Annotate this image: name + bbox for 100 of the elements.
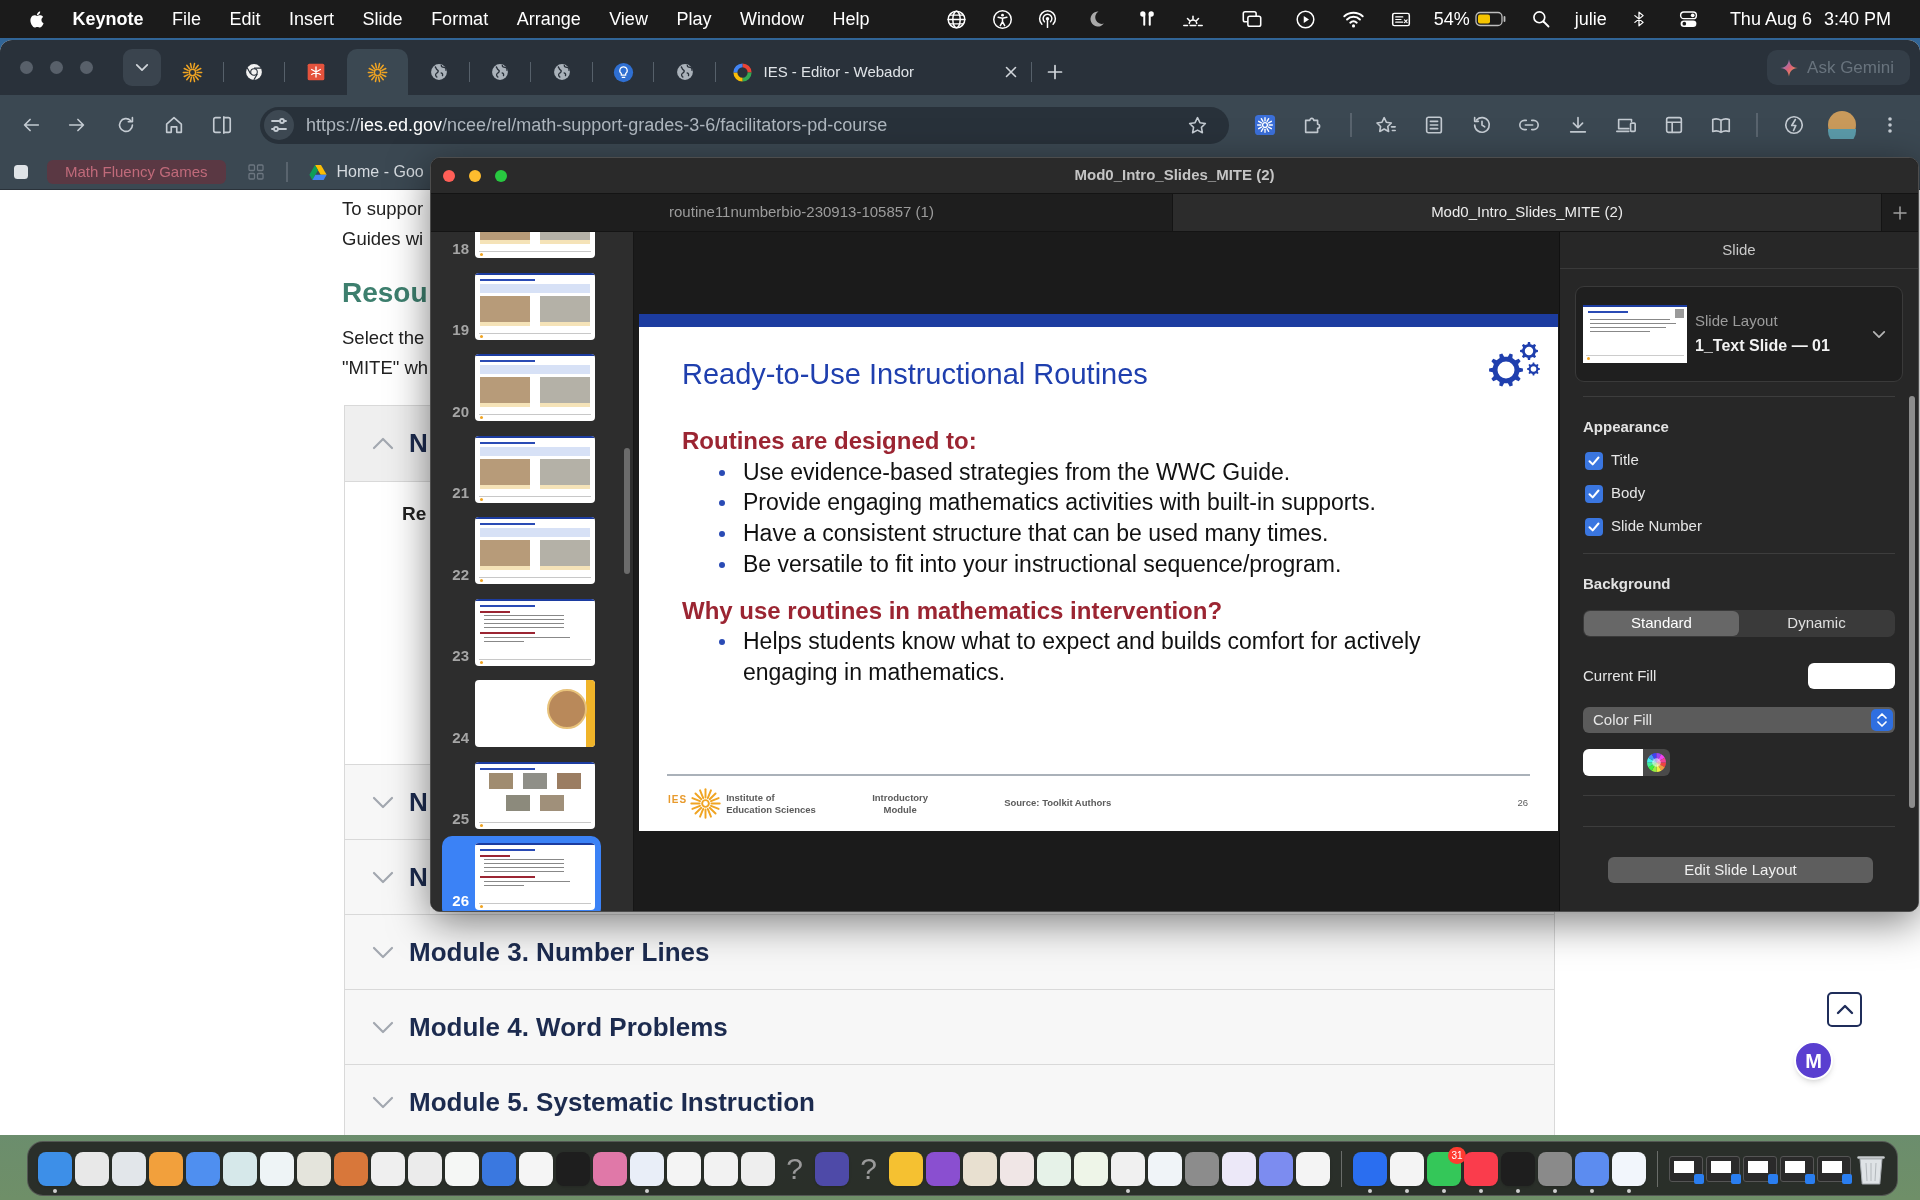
accordion-header[interactable]: N (345, 406, 430, 481)
app-icon[interactable] (629, 1151, 664, 1186)
slide-list-item[interactable]: 26 (442, 836, 601, 911)
menu-item[interactable]: Format (431, 5, 489, 33)
app-icon[interactable] (1036, 1151, 1071, 1186)
accordion-header[interactable]: Module 4. Word Problems (345, 989, 1554, 1064)
slide-list-item[interactable]: 22 (442, 510, 601, 592)
menu-bar-date[interactable]: Thu Aug 6 (1729, 5, 1812, 33)
edit-slide-layout-button[interactable]: Edit Slide Layout (1608, 857, 1873, 883)
fill-color-swatch[interactable] (1808, 663, 1895, 689)
plus-icon[interactable] (1893, 205, 1907, 220)
app-icon[interactable] (518, 1151, 553, 1186)
app-menu[interactable]: Keynote (72, 5, 144, 33)
bolt-icon[interactable] (1783, 114, 1805, 136)
accordion-header[interactable]: N (345, 764, 430, 839)
window-thumbnail[interactable] (1705, 1155, 1740, 1182)
plus-icon[interactable] (1046, 64, 1063, 80)
app-icon[interactable] (1221, 1151, 1256, 1186)
slide-thumbnail[interactable] (475, 761, 595, 829)
menu-item[interactable]: Slide (362, 5, 403, 33)
app-icon[interactable] (444, 1151, 479, 1186)
close-icon[interactable] (1004, 66, 1017, 78)
list-icon[interactable] (1423, 114, 1445, 136)
checkbox[interactable] (1585, 451, 1603, 470)
app-icon[interactable] (111, 1151, 146, 1186)
slide-list-item[interactable]: 21 (442, 428, 601, 510)
accordion-header[interactable]: Module 3. Number Lines (345, 914, 1554, 989)
slide-thumbnail[interactable] (475, 354, 595, 422)
slide-list-item[interactable]: 19 (442, 265, 601, 347)
history-icon[interactable] (1471, 114, 1493, 136)
app-icon[interactable] (962, 1151, 997, 1186)
assistant-button[interactable]: M (1794, 1041, 1833, 1080)
app-icon[interactable] (1147, 1151, 1182, 1186)
app-icon[interactable] (222, 1151, 257, 1186)
segment-option[interactable]: Standard (1584, 611, 1739, 636)
color-well[interactable] (1583, 749, 1670, 776)
window-thumbnail[interactable] (1742, 1155, 1777, 1182)
app-icon[interactable] (1426, 1151, 1461, 1186)
slide-list-item[interactable]: 23 (442, 591, 601, 673)
site-settings-icon[interactable] (264, 110, 294, 140)
slide-list-item[interactable]: 24 (442, 673, 601, 755)
app-icon[interactable] (407, 1151, 442, 1186)
globe-icon[interactable] (945, 8, 967, 30)
play-icon[interactable] (1294, 8, 1316, 30)
browser-tab[interactable] (346, 49, 408, 95)
scroll-to-top-button[interactable] (1827, 992, 1862, 1027)
app-icon[interactable] (370, 1151, 405, 1186)
home-icon[interactable] (163, 114, 185, 136)
address-bar[interactable]: https://ies.ed.gov/ncee/rel/math-support-grades-3-6/facilitators-pd-course (260, 106, 1229, 144)
missing-app-icon[interactable]: ? (786, 1151, 803, 1186)
layout-card[interactable]: Slide Layout 1_Text Slide — 01 (1575, 286, 1903, 382)
window-thumbnail[interactable] (1668, 1155, 1703, 1182)
menu-item[interactable]: Play (676, 5, 712, 33)
zoom-window-button[interactable] (495, 169, 507, 182)
app-icon[interactable] (1110, 1151, 1145, 1186)
layout-icon[interactable] (1663, 114, 1685, 136)
color-wheel-icon[interactable] (1647, 753, 1666, 772)
app-icon[interactable] (703, 1151, 738, 1186)
menu-item[interactable]: View (609, 5, 648, 33)
side-panel-icon[interactable] (211, 114, 233, 136)
slide-thumbnail[interactable] (475, 843, 595, 911)
slide-thumbnail[interactable] (475, 435, 595, 503)
document-tab[interactable]: Mod0_Intro_Slides_MITE (2) (1173, 194, 1882, 231)
app-icon[interactable] (296, 1151, 331, 1186)
app-icon[interactable] (1389, 1151, 1424, 1186)
battery-icon[interactable] (1474, 11, 1506, 27)
slide-thumbnail[interactable] (475, 517, 595, 585)
slide-list-item[interactable]: 20 (442, 347, 601, 429)
app-icon[interactable] (74, 1151, 109, 1186)
slide-thumbnail[interactable] (475, 680, 595, 748)
menu-item[interactable]: Arrange (516, 5, 581, 33)
bookmark-link[interactable]: Home - Goo (308, 160, 424, 184)
menu-item[interactable]: Insert (289, 5, 335, 33)
screen-mirroring-icon[interactable] (1239, 8, 1264, 30)
menu-item[interactable]: Edit (229, 5, 261, 33)
bookmark-star-icon[interactable] (1187, 114, 1208, 136)
menu-item[interactable]: Help (832, 5, 870, 33)
menu-item[interactable]: File (172, 5, 202, 33)
minimize-window-button[interactable] (469, 169, 481, 182)
segment-option[interactable]: Dynamic (1739, 611, 1894, 636)
window-thumbnail[interactable] (1779, 1155, 1814, 1182)
menu-item[interactable]: Window (739, 5, 804, 33)
app-icon[interactable] (148, 1151, 183, 1186)
broadcast-icon[interactable] (1036, 8, 1058, 30)
app-icon[interactable] (1611, 1151, 1646, 1186)
browser-tab[interactable]: IES - Editor - Webador (715, 49, 1031, 95)
app-icon[interactable] (666, 1151, 701, 1186)
slide-thumbnail[interactable] (475, 272, 595, 340)
slide-list-item[interactable]: 25 (442, 754, 601, 836)
fill-type-popup[interactable]: Color Fill (1583, 707, 1895, 733)
app-icon[interactable] (259, 1151, 294, 1186)
square-icon[interactable] (13, 164, 29, 180)
toggles-icon[interactable] (1677, 8, 1699, 30)
missing-app-icon[interactable]: ? (860, 1151, 877, 1186)
app-icon[interactable] (1295, 1151, 1330, 1186)
app-icon[interactable] (888, 1151, 923, 1186)
slide-list-item[interactable]: 18 (442, 232, 601, 266)
download-icon[interactable] (1567, 114, 1589, 136)
slide-thumbnail[interactable] (475, 598, 595, 666)
checkbox[interactable] (1585, 517, 1603, 536)
